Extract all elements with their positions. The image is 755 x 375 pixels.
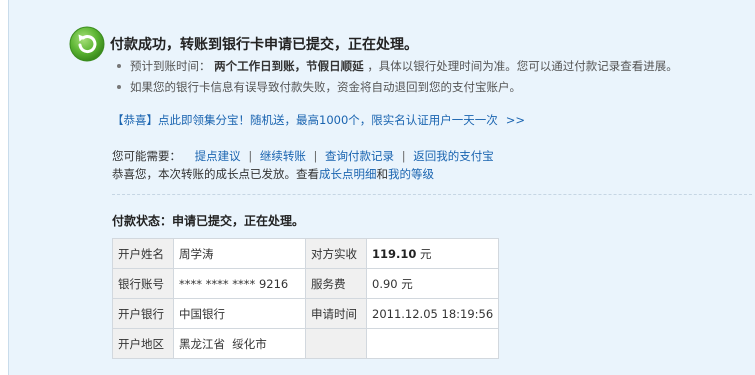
table-row: 开户姓名 周学涛 对方实收 119.10 元 xyxy=(112,238,500,269)
service-fee-label: 服务费 xyxy=(305,268,367,299)
success-refresh-icon xyxy=(69,26,105,62)
failure-note-item: 如果您的银行卡信息有误导致付款失败，资金将自动退回到您的支付宝账户。 xyxy=(116,79,678,100)
result-panel: 付款成功，转账到银行卡申请已提交，正在处理。 预计到账时间： 两个工作日到账，节… xyxy=(8,0,755,375)
my-level-link[interactable]: 我的等级 xyxy=(388,167,434,181)
arrival-time-item: 预计到账时间： 两个工作日到账，节假日顺延 ，具体以银行处理时间为准。您可以通过… xyxy=(116,58,678,79)
growth-conj: 和 xyxy=(376,167,389,181)
growth-text: 恭喜您，本次转账的成长点已发放。查看 xyxy=(112,167,319,181)
received-amount-unit: 元 xyxy=(416,246,432,261)
account-number-value: **** **** **** 9216 xyxy=(173,268,306,299)
arrival-label: 预计到账时间： xyxy=(130,59,211,73)
region-value: 黑龙江省 绥化市 xyxy=(173,328,306,359)
region-label: 开户地区 xyxy=(112,328,174,359)
continue-transfer-link[interactable]: 继续转账 xyxy=(260,149,306,163)
received-amount-label: 对方实收 xyxy=(305,238,367,269)
apply-time-value: 2011.12.05 18:19:56 xyxy=(365,298,500,329)
growth-points-notice: 恭喜您，本次转账的成长点已发放。查看成长点明细和我的等级 xyxy=(112,166,434,182)
account-name-value: 周学涛 xyxy=(173,238,306,269)
empty-cell xyxy=(305,328,367,359)
separator: | xyxy=(401,149,406,163)
suggested-actions: 您可能需要： 提点建议 | 继续转账 | 查询付款记录 | 返回我的支付宝 xyxy=(112,148,494,164)
promo-link[interactable]: 【恭喜】点此即领集分宝！随机送，最高1000个，限实名认证用户一天一次 >> xyxy=(112,112,525,128)
feedback-link[interactable]: 提点建议 xyxy=(195,149,241,163)
table-row: 开户银行 中国银行 申请时间 2011.12.05 18:19:56 xyxy=(112,298,500,329)
empty-cell xyxy=(365,328,500,359)
received-amount-number: 119.10 xyxy=(372,246,417,261)
table-row: 银行账号 **** **** **** 9216 服务费 0.90 元 xyxy=(112,268,500,299)
apply-time-label: 申请时间 xyxy=(305,298,367,329)
promo-arrows[interactable]: >> xyxy=(506,113,525,127)
payment-records-link[interactable]: 查询付款记录 xyxy=(325,149,394,163)
arrival-value: 两个工作日到账，节假日顺延 xyxy=(214,59,364,73)
info-bullets: 预计到账时间： 两个工作日到账，节假日顺延 ，具体以银行处理时间为准。您可以通过… xyxy=(116,58,678,100)
bank-label: 开户银行 xyxy=(112,298,174,329)
failure-note: 如果您的银行卡信息有误导致付款失败，资金将自动退回到您的支付宝账户。 xyxy=(130,80,521,94)
bank-value: 中国银行 xyxy=(173,298,306,329)
promo-text[interactable]: 【恭喜】点此即领集分宝！随机送，最高1000个，限实名认证用户一天一次 xyxy=(112,113,498,127)
account-name-label: 开户姓名 xyxy=(112,238,174,269)
back-to-alipay-link[interactable]: 返回我的支付宝 xyxy=(413,149,494,163)
suggested-actions-label: 您可能需要： xyxy=(112,149,181,163)
account-number-label: 银行账号 xyxy=(112,268,174,299)
service-fee-value: 0.90 元 xyxy=(365,268,500,299)
divider xyxy=(112,194,752,195)
transfer-details-table: 开户姓名 周学涛 对方实收 119.10 元 银行账号 **** **** **… xyxy=(112,238,500,359)
growth-details-link[interactable]: 成长点明细 xyxy=(319,167,377,181)
arrival-note: ，具体以银行处理时间为准。您可以通过付款记录查看进展。 xyxy=(367,59,678,73)
received-amount-value: 119.10 元 xyxy=(365,238,500,269)
payment-status: 付款状态：申请已提交，正在处理。 xyxy=(112,214,305,228)
separator: | xyxy=(313,149,318,163)
page-title: 付款成功，转账到银行卡申请已提交，正在处理。 xyxy=(110,37,418,53)
table-row: 开户地区 黑龙江省 绥化市 xyxy=(112,328,500,359)
separator: | xyxy=(248,149,253,163)
